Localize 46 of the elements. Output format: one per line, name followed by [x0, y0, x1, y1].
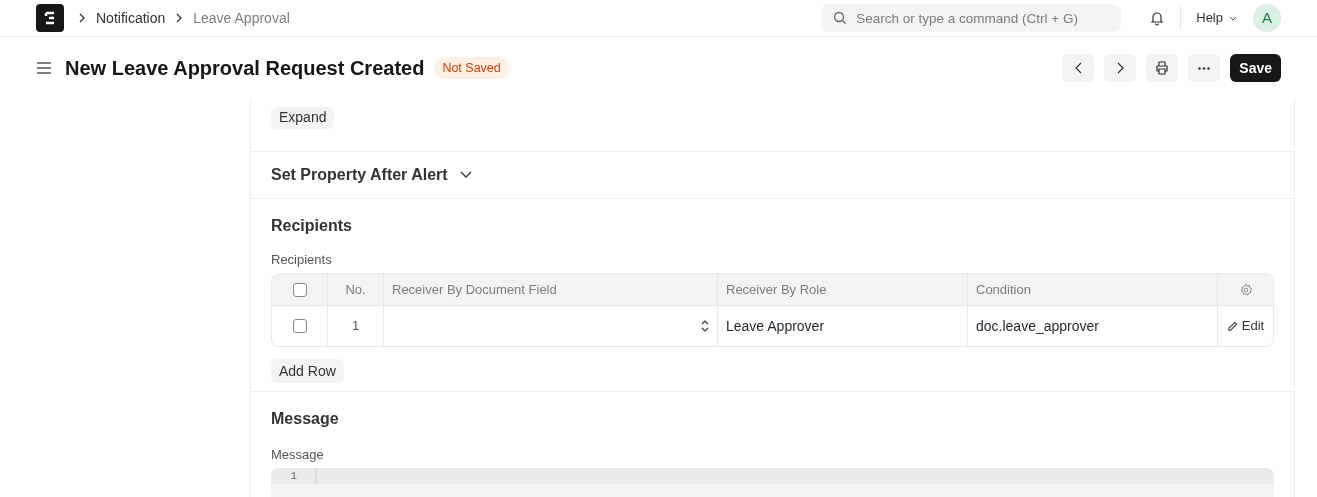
search-icon — [833, 11, 848, 25]
settings-icon[interactable] — [1238, 282, 1253, 297]
breadcrumb-link[interactable]: Leave Approval — [193, 7, 290, 29]
page-title: New Leave Approval Request Created — [65, 56, 425, 81]
status-badge: Not Saved — [434, 56, 509, 80]
edit-link[interactable]: Edit — [1226, 316, 1265, 336]
code-editor[interactable]: 1 — [271, 468, 1274, 497]
column-header: Receiver By Role — [726, 280, 827, 299]
checkbox[interactable] — [292, 319, 307, 333]
chevron-right-icon — [78, 13, 86, 23]
section-title: Set Property After Alert — [271, 165, 448, 185]
notification-bell-icon[interactable] — [1149, 10, 1166, 26]
column-header: Condition — [976, 280, 1031, 299]
sort-arrows-icon — [701, 320, 709, 332]
column-header: No. — [345, 280, 366, 299]
printer-icon — [1155, 61, 1170, 75]
row-number: 1 — [351, 317, 360, 336]
chevron-right-icon — [1116, 62, 1124, 74]
breadcrumb-link[interactable]: Notification — [96, 7, 166, 29]
caret-icon — [1229, 15, 1237, 21]
field-label: Message — [271, 446, 325, 461]
save-button[interactable]: Save — [1230, 54, 1281, 82]
more-icon — [1198, 66, 1211, 70]
print-button[interactable] — [1146, 54, 1179, 82]
next-button[interactable] — [1104, 54, 1137, 82]
table-cell-text: Leave Approver — [726, 316, 825, 336]
help-dropdown[interactable]: Help — [1196, 8, 1237, 28]
menu-icon[interactable] — [36, 61, 52, 75]
pencil-icon — [1226, 320, 1238, 332]
column-header: Receiver By Document Field — [392, 280, 557, 299]
expand-button[interactable]: Expand — [271, 106, 335, 129]
field-label: Recipients — [271, 251, 333, 266]
search-field[interactable]: Search or type a command (Ctrl + G) — [821, 4, 1122, 32]
add-row-button[interactable]: Add Row — [271, 359, 344, 383]
line-number: 1 — [271, 468, 317, 484]
section-header[interactable]: Set Property After Alert — [251, 152, 1294, 199]
table-cell-text: doc.leave_approver — [976, 316, 1099, 336]
previous-button[interactable] — [1062, 54, 1095, 82]
chevron-left-icon — [1074, 62, 1082, 74]
app-logo[interactable] — [36, 4, 64, 32]
section-title: Recipients — [271, 216, 353, 234]
more-button[interactable] — [1188, 54, 1221, 82]
checkbox[interactable] — [292, 282, 307, 297]
chevron-right-icon — [175, 13, 184, 23]
section-title: Message — [271, 409, 340, 427]
user-avatar[interactable]: A — [1253, 4, 1281, 32]
